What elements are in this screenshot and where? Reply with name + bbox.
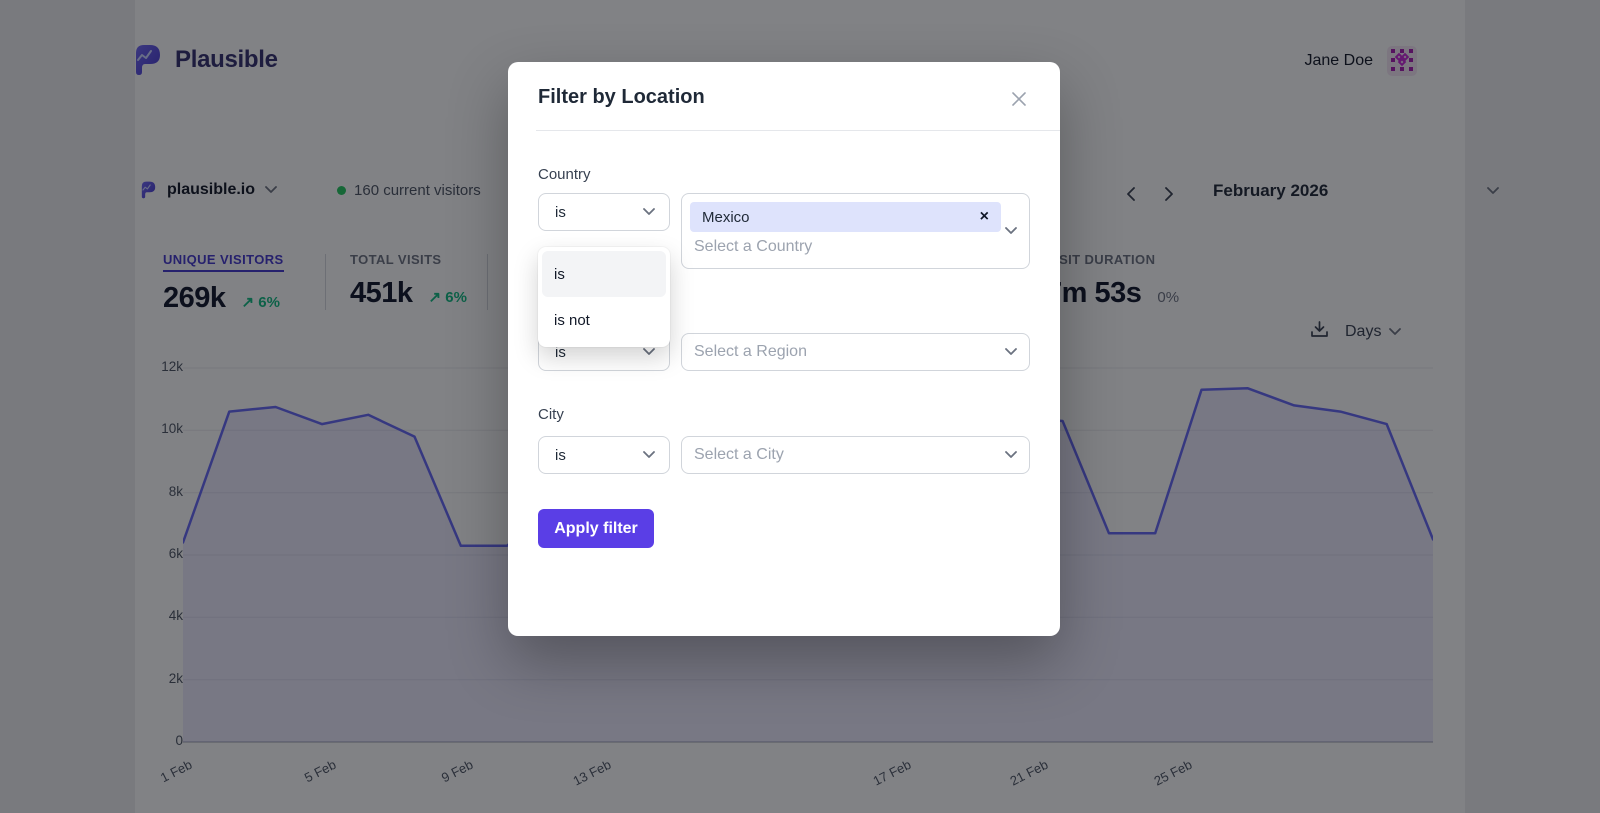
remove-country-icon[interactable]: × — [980, 209, 989, 225]
modal-title: Filter by Location — [538, 86, 705, 109]
country-placeholder: Select a Country — [682, 238, 812, 256]
chevron-down-icon — [1005, 227, 1017, 235]
filter-by-location-modal: Filter by Location Country is Mexico × S… — [508, 62, 1060, 636]
apply-filter-button[interactable]: Apply filter — [538, 509, 654, 548]
app-root: Plausible Jane Doe — [0, 0, 1600, 813]
chevron-down-icon — [643, 451, 655, 459]
chevron-down-icon — [1005, 451, 1017, 459]
operator-dropdown-menu: is is not — [538, 247, 670, 347]
chevron-down-icon — [1005, 348, 1017, 356]
city-operator-select[interactable]: is — [538, 436, 670, 474]
country-operator-select[interactable]: is — [538, 193, 670, 231]
city-label: City — [538, 406, 564, 423]
country-combobox[interactable]: Mexico × Select a Country — [681, 193, 1030, 269]
country-label: Country — [538, 166, 591, 183]
city-combobox[interactable]: Select a City — [681, 436, 1030, 474]
region-placeholder: Select a Region — [682, 343, 807, 361]
city-placeholder: Select a City — [682, 446, 784, 464]
close-icon — [1011, 91, 1027, 107]
chevron-down-icon — [643, 208, 655, 216]
close-button[interactable] — [1008, 88, 1030, 110]
operator-option-is[interactable]: is — [542, 251, 666, 297]
chevron-down-icon — [643, 348, 655, 356]
operator-option-is-not[interactable]: is not — [542, 297, 666, 343]
selected-country-pill: Mexico × — [690, 202, 1001, 232]
pill-label: Mexico — [702, 209, 750, 226]
divider — [536, 130, 1060, 131]
region-combobox[interactable]: Select a Region — [681, 333, 1030, 371]
